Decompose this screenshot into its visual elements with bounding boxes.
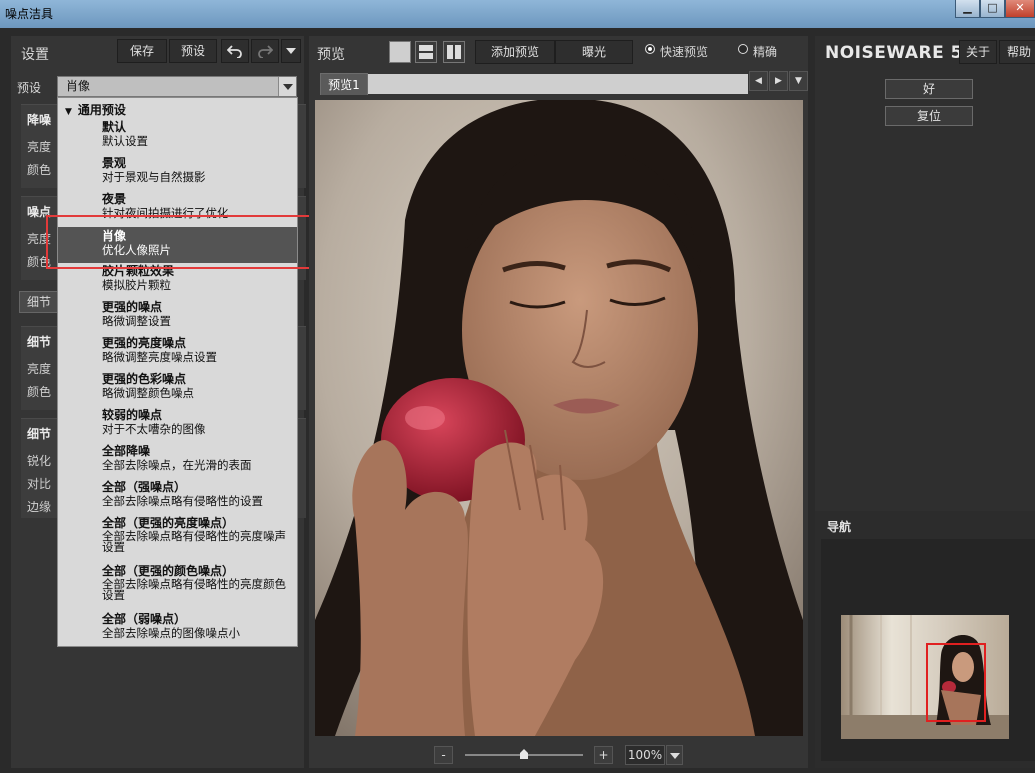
tab-next-icon[interactable]: ▶ xyxy=(769,71,788,91)
row-label: 颜色 xyxy=(27,163,52,177)
preset-select-value: 肖像 xyxy=(66,79,91,93)
tab-detail[interactable]: 细节 xyxy=(19,291,59,313)
single-view-icon[interactable] xyxy=(389,41,411,63)
preset-option-full-stronger-color[interactable]: 全部（更强的颜色噪点） 全部去除噪点略有侵略性的亮度颜色设置 xyxy=(58,564,297,601)
option-name: 更强的噪点 xyxy=(102,300,163,314)
option-desc: 对于景观与自然摄影 xyxy=(102,170,206,184)
group-header-label: 通用预设 xyxy=(77,103,126,117)
row-label: 边缘 xyxy=(27,500,52,514)
row-label: 对比 xyxy=(27,477,52,491)
help-button[interactable]: 帮助 xyxy=(999,40,1035,64)
option-desc: 全部去除噪点略有侵略性的亮度噪声设置 xyxy=(102,529,286,554)
option-name: 较弱的噪点 xyxy=(102,408,163,422)
preset-option-weaker-noise[interactable]: 较弱的噪点 对于不太嘈杂的图像 xyxy=(58,408,297,436)
preset-field-label: 预设 xyxy=(17,81,42,95)
preset-dropdown[interactable]: ▼ 通用预设 默认 默认设置 景观 对于景观与自然摄影 夜景 针对夜间拍摄进行了优化 肖… xyxy=(57,97,298,647)
window-title: 噪点洁具 xyxy=(5,7,54,21)
settings-menu-icon[interactable] xyxy=(281,39,301,63)
maximize-button[interactable]: □ xyxy=(980,0,1005,18)
row-label: 颜色 xyxy=(27,385,52,399)
preset-option-stronger-color[interactable]: 更强的色彩噪点 略微调整颜色噪点 xyxy=(58,372,297,400)
brand-name: NOISEWARE xyxy=(825,43,945,63)
group-title: 降噪 xyxy=(27,113,52,127)
option-name: 夜景 xyxy=(102,192,127,206)
actions-panel: NOISEWARE 5 关于 帮助 好 复位 导航 xyxy=(815,36,1035,768)
accurate-radio[interactable] xyxy=(738,44,748,54)
option-name: 全部（强噪点） xyxy=(102,480,187,494)
save-button[interactable]: 保存 xyxy=(117,39,167,63)
navigator-panel: 导航 xyxy=(815,511,1035,768)
option-desc: 模拟胶片颗粒 xyxy=(102,278,171,292)
preset-button[interactable]: 预设 xyxy=(169,39,217,63)
title-bar: 噪点洁具 ▁ □ ✕ xyxy=(0,0,1035,28)
tab-strip xyxy=(368,74,748,94)
about-button[interactable]: 关于 xyxy=(959,40,997,64)
option-desc: 略微调整设置 xyxy=(102,314,171,328)
row-label: 亮度 xyxy=(27,362,52,376)
ok-button[interactable]: 好 xyxy=(885,79,973,99)
option-desc: 全部去除噪点的图像噪点小 xyxy=(102,626,240,640)
option-name: 更强的色彩噪点 xyxy=(102,372,187,386)
preset-option-full-stronger-luma[interactable]: 全部（更强的亮度噪点） 全部去除噪点略有侵略性的亮度噪声设置 xyxy=(58,516,297,553)
settings-header: 设置 xyxy=(21,47,49,63)
preset-option-stronger-luma[interactable]: 更强的亮度噪点 略微调整亮度噪点设置 xyxy=(58,336,297,364)
group-title: 细节 xyxy=(27,427,52,441)
dropdown-group-header[interactable]: ▼ 通用预设 xyxy=(65,101,126,118)
exposure-button[interactable]: 曝光 xyxy=(555,40,633,64)
preview-panel: 预览 添加预览 曝光 快速预览 精确 预览1 ◀ ▶ ▼ - + 100% xyxy=(309,36,808,768)
preset-option-full-strong[interactable]: 全部（强噪点） 全部去除噪点略有侵略性的设置 xyxy=(58,480,297,508)
fast-preview-radio[interactable] xyxy=(645,44,655,54)
option-desc: 全部去除噪点略有侵略性的设置 xyxy=(102,494,263,508)
zoom-slider-thumb[interactable] xyxy=(520,749,528,759)
preset-option-full[interactable]: 全部降噪 全部去除噪点，在光滑的表面 xyxy=(58,444,297,472)
tab-menu-icon[interactable]: ▼ xyxy=(789,71,808,91)
add-preview-button[interactable]: 添加预览 xyxy=(475,40,555,64)
group-title: 细节 xyxy=(27,335,52,349)
split-vertical-icon[interactable] xyxy=(443,41,465,63)
option-name: 默认 xyxy=(102,120,127,134)
option-name: 全部（弱噪点） xyxy=(102,612,187,626)
brand-logo: NOISEWARE 5 xyxy=(825,43,963,63)
option-name: 全部降噪 xyxy=(102,444,151,458)
preset-option-landscape[interactable]: 景观 对于景观与自然摄影 xyxy=(58,156,297,184)
option-desc: 对于不太嘈杂的图像 xyxy=(102,422,206,436)
navigator-title: 导航 xyxy=(827,520,852,534)
fast-preview-label: 快速预览 xyxy=(660,45,709,59)
navigator-body xyxy=(821,539,1035,761)
split-horizontal-icon[interactable] xyxy=(415,41,437,63)
chevron-down-icon[interactable] xyxy=(278,77,296,96)
option-desc: 略微调整颜色噪点 xyxy=(102,386,194,400)
accurate-label: 精确 xyxy=(753,45,778,59)
navigator-viewport-rect[interactable] xyxy=(926,643,986,722)
minimize-button[interactable]: ▁ xyxy=(955,0,980,18)
undo-icon[interactable] xyxy=(221,39,249,63)
close-button[interactable]: ✕ xyxy=(1005,0,1035,18)
option-name: 更强的亮度噪点 xyxy=(102,336,187,350)
row-label: 亮度 xyxy=(27,140,52,154)
preview-header: 预览 xyxy=(317,47,345,63)
row-label: 锐化 xyxy=(27,454,52,468)
zoom-level-field[interactable]: 100% xyxy=(625,745,665,765)
reset-button[interactable]: 复位 xyxy=(885,106,973,126)
annotation-highlight-box xyxy=(46,215,330,269)
preview-image[interactable] xyxy=(315,100,803,736)
preset-option-default[interactable]: 默认 默认设置 xyxy=(58,120,297,148)
option-desc: 默认设置 xyxy=(102,134,148,148)
option-desc: 全部去除噪点略有侵略性的亮度颜色设置 xyxy=(102,577,286,602)
tab-preview1[interactable]: 预览1 xyxy=(320,73,368,95)
tab-prev-icon[interactable]: ◀ xyxy=(749,71,768,91)
redo-icon[interactable] xyxy=(251,39,279,63)
zoom-dropdown-icon[interactable] xyxy=(666,745,683,765)
zoom-in-button[interactable]: + xyxy=(594,746,613,764)
zoom-out-button[interactable]: - xyxy=(434,746,453,764)
expand-triangle-icon: ▼ xyxy=(65,107,72,117)
preset-option-full-weak[interactable]: 全部（弱噪点） 全部去除噪点的图像噪点小 xyxy=(58,612,297,640)
option-desc: 略微调整亮度噪点设置 xyxy=(102,350,217,364)
option-desc: 全部去除噪点，在光滑的表面 xyxy=(102,458,252,472)
preset-select[interactable]: 肖像 xyxy=(57,76,297,97)
preset-option-stronger-noise[interactable]: 更强的噪点 略微调整设置 xyxy=(58,300,297,328)
option-name: 景观 xyxy=(102,156,127,170)
